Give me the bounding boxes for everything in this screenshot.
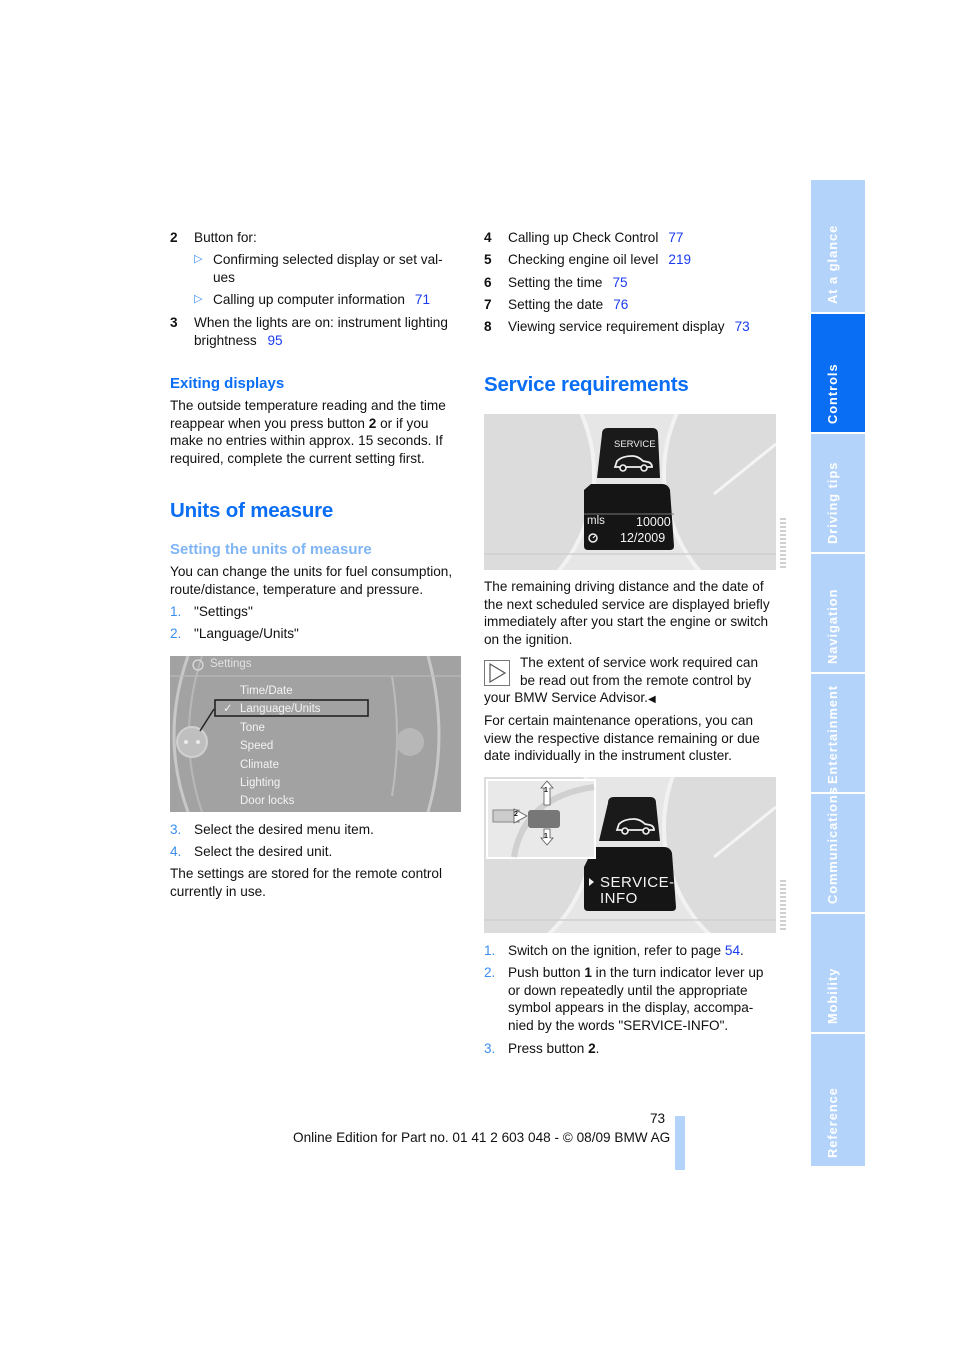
- tab-reference[interactable]: Reference: [811, 1034, 865, 1166]
- menu-item-selected[interactable]: ✓ Language/Units: [223, 700, 321, 718]
- tab-at-a-glance[interactable]: At a glance: [811, 180, 865, 312]
- page-link[interactable]: 71: [415, 291, 430, 309]
- settings-menu: Time/Date ✓ Language/Units Tone Speed Cli…: [223, 682, 321, 811]
- item-text: brightness: [194, 332, 257, 348]
- item-text: Button for:: [194, 230, 257, 245]
- service-info-graphic: [484, 777, 776, 933]
- edition-note: Online Edition for Part no. 01 41 2 603 …: [293, 1130, 671, 1145]
- page-link[interactable]: 95: [268, 333, 283, 348]
- item-number: 3: [170, 315, 178, 330]
- tab-driving-tips[interactable]: Driving tips: [811, 434, 865, 552]
- page-link[interactable]: 75: [612, 274, 627, 292]
- lever-button-label: 2: [514, 811, 518, 818]
- list-item: 4 Calling up Check Control 77: [484, 229, 684, 247]
- service-date: 12/2009: [620, 531, 666, 545]
- sub-bullet: ▷ Calling up computer information 71: [194, 291, 430, 309]
- triangle-bullet-icon: ▷: [194, 253, 203, 265]
- step-item: 1. "Settings": [170, 604, 253, 619]
- screen-title: Settings: [210, 658, 252, 670]
- note-play-icon: [484, 660, 510, 686]
- tab-entertainment[interactable]: Entertainment: [811, 674, 865, 792]
- step-item: 2. "Language/Units": [170, 626, 299, 641]
- list-item: 2 Button for:: [170, 229, 257, 247]
- units-of-measure-heading: Units of measure: [170, 499, 334, 522]
- distance-unit: mls: [587, 515, 605, 527]
- checkmark-icon: ✓: [223, 703, 233, 716]
- tab-navigation[interactable]: Navigation: [811, 554, 865, 672]
- end-marker-icon: ◀: [647, 694, 656, 705]
- step-item: 4. Select the desired unit.: [170, 844, 333, 859]
- list-item: 3 When the lights are on: instrument lig…: [170, 314, 448, 349]
- service-info-line1: SERVICE-: [600, 874, 675, 891]
- service-paragraph-2: For certain maintenance operations, you …: [484, 713, 760, 764]
- footer-accent-bar: [675, 1116, 685, 1170]
- service-requirements-heading: Service requirements: [484, 373, 689, 396]
- bullet-text: Confirming selected display or set val-: [213, 252, 443, 267]
- service-info-figure: SERVICE- INFO 1 1 2: [484, 777, 776, 933]
- settings-screen-figure: Settings Time/Date ✓ Language/Units Tone …: [170, 656, 461, 812]
- tab-controls[interactable]: Controls: [811, 314, 865, 432]
- item-text: When the lights are on: instrument light…: [194, 315, 448, 330]
- service-distance: 10000: [636, 515, 671, 529]
- service-paragraph-1: The remaining driving distance and the d…: [484, 579, 770, 647]
- sub-bullet: ▷ Confirming selected display or set val…: [194, 251, 443, 286]
- menu-item[interactable]: Door locks: [240, 792, 321, 810]
- lever-up-label: 1: [544, 787, 548, 794]
- page-number: 73: [650, 1111, 666, 1126]
- setting-units-subheading: Setting the units of measure: [170, 541, 372, 558]
- page-link[interactable]: 219: [668, 251, 691, 269]
- page-link[interactable]: 76: [613, 296, 628, 314]
- image-code-mark: [780, 880, 786, 932]
- item-number: 2: [170, 230, 178, 245]
- list-item: 7 Setting the date 76: [484, 296, 629, 314]
- exiting-paragraph: The outside temperature reading and the …: [170, 398, 446, 466]
- bullet-text: Calling up computer information: [213, 292, 405, 307]
- step-item: 3. Select the desired menu item.: [170, 822, 374, 837]
- note-text: The extent of service work required can …: [520, 655, 759, 688]
- exiting-displays-heading: Exiting displays: [170, 375, 285, 392]
- service-display-figure: SERVICE mls 10000 12/2009: [484, 414, 776, 570]
- step-item: 2. Push button 1 in the turn indicator l…: [484, 965, 764, 1033]
- menu-item[interactable]: Speed: [240, 737, 321, 755]
- step-item: 1. Switch on the ignition, refer to page…: [484, 943, 744, 958]
- note-text-end: your BMW Service Advisor.◀: [484, 690, 656, 705]
- instrument-cluster-graphic: [484, 414, 776, 570]
- service-info-line2: INFO: [600, 890, 638, 907]
- menu-item[interactable]: Tone: [240, 719, 321, 737]
- bullet-text: ues: [213, 269, 235, 285]
- tab-communications[interactable]: Communications: [811, 786, 865, 912]
- step-item: 3. Press button 2.: [484, 1041, 600, 1056]
- triangle-bullet-icon: ▷: [194, 293, 203, 305]
- units-outro: The settings are stored for the remote c…: [170, 866, 443, 899]
- list-item: 8 Viewing service requirement display 73: [484, 318, 750, 336]
- page-link[interactable]: 77: [668, 229, 683, 247]
- page-link[interactable]: 54: [725, 943, 740, 958]
- list-item: 5 Checking engine oil level 219: [484, 251, 692, 269]
- menu-item[interactable]: Time/Date: [240, 682, 321, 700]
- service-label: SERVICE: [614, 439, 656, 450]
- tab-mobility[interactable]: Mobility: [811, 914, 865, 1032]
- page-link[interactable]: 73: [735, 318, 750, 336]
- lever-down-label: 1: [544, 833, 548, 840]
- image-code-mark: [780, 518, 786, 570]
- list-item: 6 Setting the time 75: [484, 274, 628, 292]
- menu-item[interactable]: Lighting: [240, 774, 321, 792]
- menu-item[interactable]: Climate: [240, 756, 321, 774]
- units-intro: You can change the units for fuel consum…: [170, 564, 453, 597]
